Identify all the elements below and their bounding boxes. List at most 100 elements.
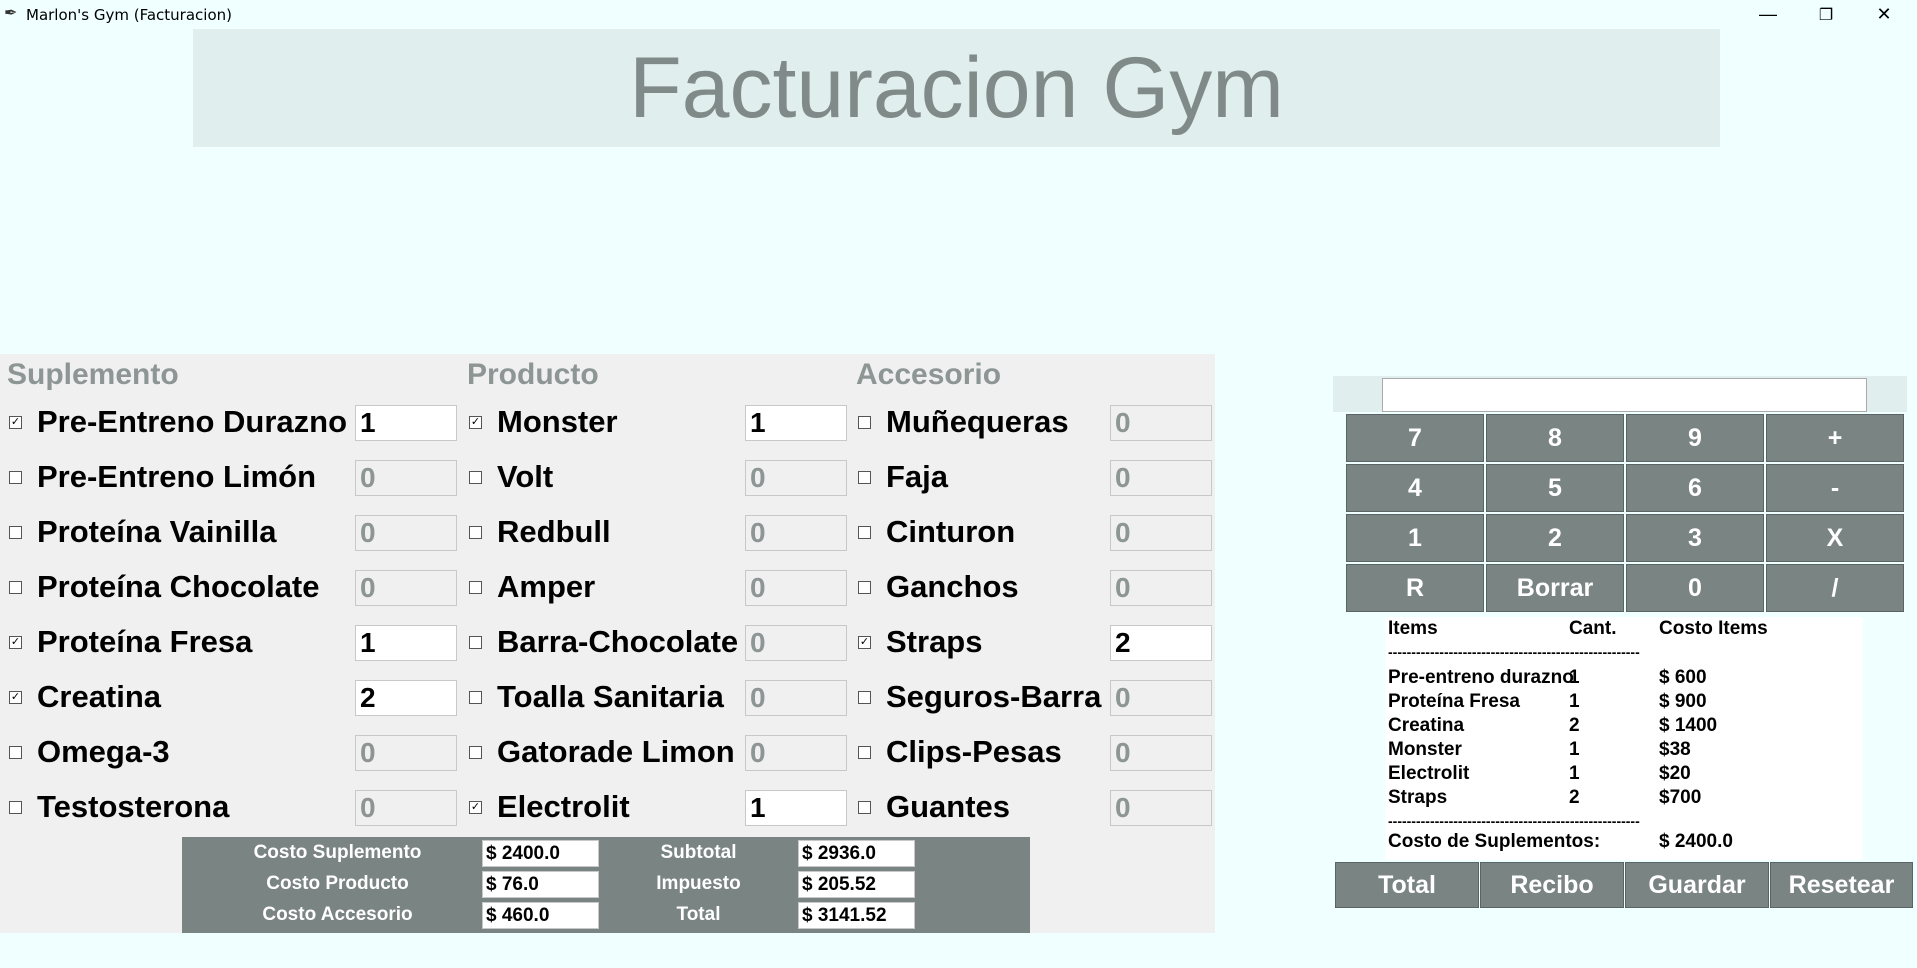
producto-checkbox-5[interactable] (469, 636, 482, 649)
accesorio-checkbox-1[interactable] (858, 416, 871, 429)
resetear-button[interactable]: Resetear (1770, 862, 1913, 908)
suplemento-checkbox-8[interactable] (9, 801, 22, 814)
close-button[interactable]: ✕ (1855, 0, 1913, 29)
producto-qty-field-6[interactable]: 0 (745, 680, 847, 716)
calc-key-3[interactable]: 3 (1626, 514, 1764, 562)
accesorio-checkbox-4[interactable] (858, 581, 871, 594)
suplemento-item-label-4[interactable]: Proteína Chocolate (37, 569, 320, 605)
total-field[interactable]: $ 3141.52 (798, 902, 915, 929)
suplemento-checkbox-3[interactable] (9, 526, 22, 539)
accesorio-checkbox-3[interactable] (858, 526, 871, 539)
producto-item-label-4[interactable]: Amper (497, 569, 595, 605)
calc-key-9[interactable]: 9 (1626, 414, 1764, 462)
costo-accesorio-field[interactable]: $ 460.0 (482, 902, 599, 929)
accesorio-item-label-8[interactable]: Guantes (886, 789, 1010, 825)
calc-key-divide[interactable]: / (1766, 564, 1904, 612)
producto-checkbox-7[interactable] (469, 746, 482, 759)
accesorio-qty-field-6[interactable]: 0 (1110, 680, 1212, 716)
accesorio-item-label-2[interactable]: Faja (886, 459, 948, 495)
producto-checkbox-2[interactable] (469, 471, 482, 484)
producto-checkbox-3[interactable] (469, 526, 482, 539)
suplemento-qty-field-6[interactable]: 2 (355, 680, 457, 716)
accesorio-item-label-4[interactable]: Ganchos (886, 569, 1019, 605)
accesorio-qty-field-7[interactable]: 0 (1110, 735, 1212, 771)
calc-key-r[interactable]: R (1346, 564, 1484, 612)
accesorio-qty-field-5[interactable]: 2 (1110, 625, 1212, 661)
suplemento-qty-field-3[interactable]: 0 (355, 515, 457, 551)
suplemento-item-label-1[interactable]: Pre-Entreno Durazno (37, 404, 347, 440)
guardar-button[interactable]: Guardar (1625, 862, 1769, 908)
costo-producto-field[interactable]: $ 76.0 (482, 871, 599, 898)
producto-item-label-6[interactable]: Toalla Sanitaria (497, 679, 724, 715)
calc-key-6[interactable]: 6 (1626, 464, 1764, 512)
recibo-button[interactable]: Recibo (1480, 862, 1624, 908)
restore-button[interactable]: ❐ (1797, 0, 1855, 29)
suplemento-item-label-5[interactable]: Proteína Fresa (37, 624, 252, 660)
accesorio-qty-field-3[interactable]: 0 (1110, 515, 1212, 551)
suplemento-item-label-8[interactable]: Testosterona (37, 789, 229, 825)
calc-key-5[interactable]: 5 (1486, 464, 1624, 512)
suplemento-qty-field-1[interactable]: 1 (355, 405, 457, 441)
suplemento-checkbox-7[interactable] (9, 746, 22, 759)
producto-qty-field-7[interactable]: 0 (745, 735, 847, 771)
total-button[interactable]: Total (1335, 862, 1479, 908)
suplemento-qty-field-7[interactable]: 0 (355, 735, 457, 771)
accesorio-qty-field-1[interactable]: 0 (1110, 405, 1212, 441)
producto-item-label-7[interactable]: Gatorade Limon (497, 734, 735, 770)
costo-suplemento-field[interactable]: $ 2400.0 (482, 840, 599, 867)
accesorio-item-label-1[interactable]: Muñequeras (886, 404, 1069, 440)
producto-checkbox-1[interactable]: ✓ (469, 416, 482, 429)
calc-key-plus[interactable]: + (1766, 414, 1904, 462)
accesorio-item-label-6[interactable]: Seguros-Barra (886, 679, 1101, 715)
suplemento-qty-field-2[interactable]: 0 (355, 460, 457, 496)
accesorio-checkbox-6[interactable] (858, 691, 871, 704)
producto-qty-field-2[interactable]: 0 (745, 460, 847, 496)
calc-key-minus[interactable]: - (1766, 464, 1904, 512)
producto-checkbox-8[interactable]: ✓ (469, 801, 482, 814)
producto-qty-field-4[interactable]: 0 (745, 570, 847, 606)
accesorio-checkbox-2[interactable] (858, 471, 871, 484)
suplemento-item-label-7[interactable]: Omega-3 (37, 734, 170, 770)
suplemento-item-label-2[interactable]: Pre-Entreno Limón (37, 459, 316, 495)
suplemento-qty-field-8[interactable]: 0 (355, 790, 457, 826)
producto-qty-field-5[interactable]: 0 (745, 625, 847, 661)
calc-key-7[interactable]: 7 (1346, 414, 1484, 462)
calc-key-0[interactable]: 0 (1626, 564, 1764, 612)
calculator-display[interactable] (1382, 378, 1867, 412)
accesorio-checkbox-5[interactable]: ✓ (858, 636, 871, 649)
suplemento-checkbox-1[interactable]: ✓ (9, 416, 22, 429)
accesorio-item-label-3[interactable]: Cinturon (886, 514, 1015, 550)
producto-item-label-3[interactable]: Redbull (497, 514, 611, 550)
producto-item-label-2[interactable]: Volt (497, 459, 553, 495)
producto-qty-field-3[interactable]: 0 (745, 515, 847, 551)
impuesto-field[interactable]: $ 205.52 (798, 871, 915, 898)
accesorio-qty-field-4[interactable]: 0 (1110, 570, 1212, 606)
producto-item-label-1[interactable]: Monster (497, 404, 618, 440)
producto-checkbox-6[interactable] (469, 691, 482, 704)
calc-key-1[interactable]: 1 (1346, 514, 1484, 562)
calc-key-2[interactable]: 2 (1486, 514, 1624, 562)
suplemento-checkbox-4[interactable] (9, 581, 22, 594)
receipt-area[interactable]: Items Cant. Costo Items ----------------… (1385, 617, 1863, 860)
accesorio-item-label-7[interactable]: Clips-Pesas (886, 734, 1062, 770)
suplemento-checkbox-6[interactable]: ✓ (9, 691, 22, 704)
accesorio-checkbox-8[interactable] (858, 801, 871, 814)
producto-qty-field-1[interactable]: 1 (745, 405, 847, 441)
accesorio-checkbox-7[interactable] (858, 746, 871, 759)
subtotal-field[interactable]: $ 2936.0 (798, 840, 915, 867)
producto-qty-field-8[interactable]: 1 (745, 790, 847, 826)
calc-key-borrar[interactable]: Borrar (1486, 564, 1624, 612)
suplemento-qty-field-4[interactable]: 0 (355, 570, 457, 606)
calc-key-multiply[interactable]: X (1766, 514, 1904, 562)
accesorio-item-label-5[interactable]: Straps (886, 624, 982, 660)
suplemento-qty-field-5[interactable]: 1 (355, 625, 457, 661)
producto-checkbox-4[interactable] (469, 581, 482, 594)
calc-key-8[interactable]: 8 (1486, 414, 1624, 462)
producto-item-label-8[interactable]: Electrolit (497, 789, 630, 825)
accesorio-qty-field-2[interactable]: 0 (1110, 460, 1212, 496)
producto-item-label-5[interactable]: Barra-Chocolate (497, 624, 738, 660)
calc-key-4[interactable]: 4 (1346, 464, 1484, 512)
suplemento-checkbox-5[interactable]: ✓ (9, 636, 22, 649)
suplemento-item-label-6[interactable]: Creatina (37, 679, 161, 715)
minimize-button[interactable]: — (1739, 0, 1797, 29)
